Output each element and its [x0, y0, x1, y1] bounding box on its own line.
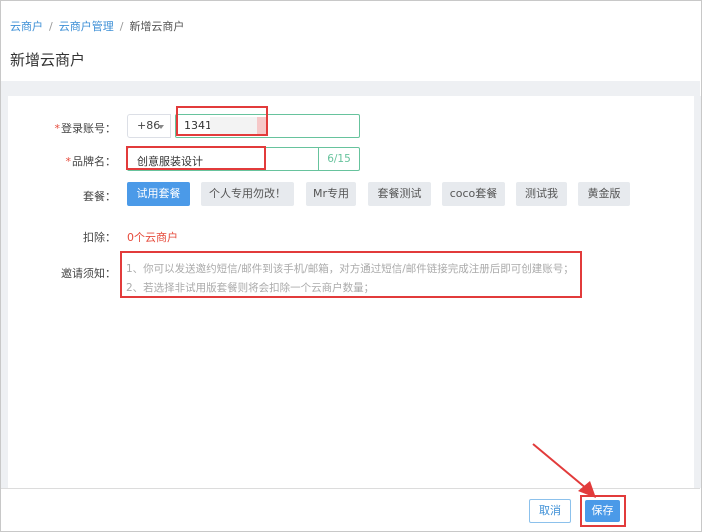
breadcrumb-item-merchant-manage[interactable]: 云商户管理 — [59, 20, 114, 33]
page-header: 云商户 / 云商户管理 / 新增云商户 新增云商户 — [1, 1, 700, 81]
account-input-value: 1341 — [184, 119, 212, 132]
required-mark: * — [54, 122, 61, 135]
cancel-button[interactable]: 取消 — [529, 499, 571, 523]
account-input[interactable]: 1341 — [175, 114, 360, 138]
notice-label: 邀请须知： — [61, 267, 116, 280]
package-option-coco[interactable]: coco套餐 — [442, 182, 505, 206]
content-gutter — [1, 81, 700, 96]
country-code-value: +86 — [137, 119, 161, 132]
brand-label: *品牌名： — [65, 155, 117, 168]
required-mark: * — [65, 155, 72, 168]
chevron-down-icon — [158, 125, 164, 129]
char-counter: 6/15 — [318, 148, 359, 170]
deduct-value: 0个云商户 — [127, 231, 178, 244]
redaction-mask — [257, 117, 266, 134]
notice-line: 2、若选择非试用版套餐则将会扣除一个云商户数量； — [126, 282, 375, 294]
breadcrumb-separator: / — [119, 20, 124, 33]
breadcrumb: 云商户 / 云商户管理 / 新增云商户 — [10, 18, 184, 34]
account-label: *登录账号： — [54, 122, 117, 135]
package-option-personal[interactable]: 个人专用勿改！ — [201, 182, 294, 206]
package-label: 套餐： — [83, 190, 116, 203]
brand-input-value: 创意服装设计 — [137, 155, 203, 168]
content-gutter-right — [694, 96, 701, 488]
package-option-test[interactable]: 套餐测试 — [368, 182, 431, 206]
page-title: 新增云商户 — [10, 51, 86, 69]
package-option-test-me[interactable]: 测试我 — [516, 182, 567, 206]
breadcrumb-item-merchant[interactable]: 云商户 — [10, 20, 43, 33]
package-option-trial[interactable]: 试用套餐 — [127, 182, 190, 206]
brand-input[interactable]: 创意服装设计 6/15 — [127, 147, 360, 171]
breadcrumb-item-current: 新增云商户 — [129, 20, 185, 33]
package-option-mr[interactable]: Mr专用 — [306, 182, 356, 206]
save-button[interactable]: 保存 — [585, 500, 620, 522]
notice-line: 1、你可以发送邀约短信/邮件到该手机/邮箱，对方通过短信/邮件链接完成注册后即可… — [126, 263, 574, 275]
country-code-select[interactable]: +86 — [127, 114, 171, 138]
breadcrumb-separator: / — [49, 20, 53, 33]
notice-text: 1、你可以发送邀约短信/邮件到该手机/邮箱，对方通过短信/邮件链接完成注册后即可… — [126, 260, 574, 298]
package-option-gold[interactable]: 黄金版 — [578, 182, 630, 206]
deduct-label: 扣除： — [83, 231, 116, 244]
